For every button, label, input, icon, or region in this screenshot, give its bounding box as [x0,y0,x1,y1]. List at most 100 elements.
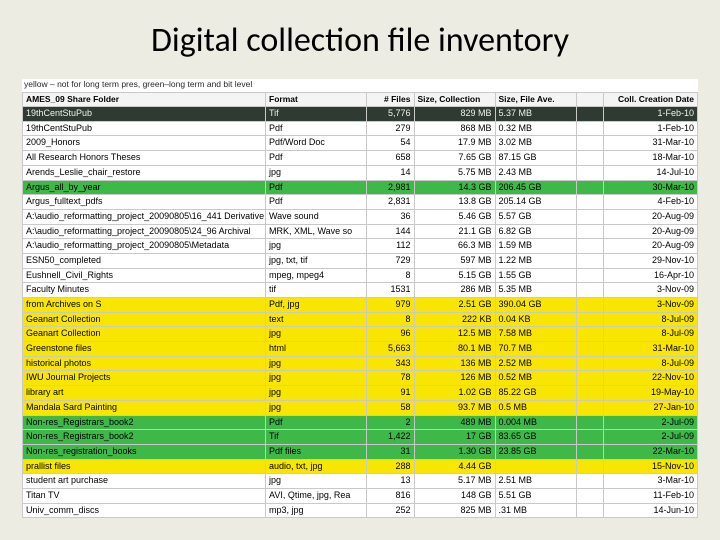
cell-ave: 7.58 MB [495,327,576,342]
cell-ave: 5.35 MB [495,283,576,298]
cell-name: 19thCentStuPub [23,121,266,136]
cell-blank [576,371,603,386]
cell-name: Mandala Sard Painting [23,400,266,415]
cell-size: 597 MB [414,253,495,268]
cell-size: 5.15 GB [414,268,495,283]
cell-files: 729 [367,253,414,268]
cell-date: 14-Jun-10 [603,503,698,518]
cell-date: 22-Mar-10 [603,444,698,459]
cell-ave: 0.5 MB [495,400,576,415]
cell-files: 252 [367,503,414,518]
cell-date: 11-Feb-10 [603,488,698,503]
cell-files: 1,422 [367,430,414,445]
cell-size: 4.44 GB [414,459,495,474]
cell-blank [576,298,603,313]
table-row: IWU Journal Projectsjpg78126 MB0.52 MB22… [23,371,698,386]
cell-ave: 0.004 MB [495,415,576,430]
cell-blank [576,239,603,254]
cell-ave: 5.37 MB [495,107,576,122]
cell-ave: 87.15 GB [495,151,576,166]
cell-date: 29-Nov-10 [603,253,698,268]
cell-files: 343 [367,356,414,371]
cell-name: Titan TV [23,488,266,503]
cell-name: prallist files [23,459,266,474]
cell-format: jpg [266,474,367,489]
cell-files: 58 [367,400,414,415]
cell-size: 5.46 GB [414,209,495,224]
cell-name: Faculty Minutes [23,283,266,298]
cell-name: from Archives on S [23,298,266,313]
cell-size: 148 GB [414,488,495,503]
cell-ave: 83.65 GB [495,430,576,445]
cell-name: Arends_Leslie_chair_restore [23,165,266,180]
cell-files: 54 [367,136,414,151]
cell-size: 136 MB [414,356,495,371]
cell-ave: 1.22 MB [495,253,576,268]
table-row: from Archives on SPdf, jpg9792.51 GB390.… [23,298,698,313]
table-row: A:\audio_reformatting_project_20090805\2… [23,224,698,239]
cell-files: 31 [367,444,414,459]
cell-format: Pdf/Word Doc [266,136,367,151]
cell-blank [576,459,603,474]
cell-date: 4-Feb-10 [603,195,698,210]
cell-format: MRK, XML, Wave so [266,224,367,239]
cell-files: 658 [367,151,414,166]
cell-files: 979 [367,298,414,313]
cell-format: Pdf [266,415,367,430]
cell-format: mpeg, mpeg4 [266,268,367,283]
cell-name: Argus_fulltext_pdfs [23,195,266,210]
col-name: AMES_09 Share Folder [23,93,266,107]
table-row: A:\audio_reformatting_project_20090805\M… [23,239,698,254]
cell-date: 14-Jul-10 [603,165,698,180]
cell-blank [576,180,603,195]
cell-date: 3-Mar-10 [603,474,698,489]
cell-date: 31-Mar-10 [603,136,698,151]
cell-format: Pdf files [266,444,367,459]
cell-files: 112 [367,239,414,254]
cell-blank [576,165,603,180]
cell-blank [576,121,603,136]
cell-ave: 6.82 GB [495,224,576,239]
cell-name: 19thCentStuPub [23,107,266,122]
table-row: Univ_comm_discsmp3, jpg252825 MB.31 MB14… [23,503,698,518]
table-body: 19thCentStuPubTif5,776829 MB5.37 MB1-Feb… [23,107,698,518]
cell-format: Wave sound [266,209,367,224]
cell-format: text [266,312,367,327]
cell-size: 829 MB [414,107,495,122]
cell-name: Geanart Collection [23,327,266,342]
spreadsheet: yellow – not for long term pres, green–l… [22,79,698,518]
table-row: ESN50_completedjpg, txt, tif729597 MB1.2… [23,253,698,268]
cell-files: 2,981 [367,180,414,195]
cell-files: 91 [367,386,414,401]
cell-date: 3-Nov-09 [603,298,698,313]
cell-ave: 1.59 MB [495,239,576,254]
cell-ave: 85.22 GB [495,386,576,401]
cell-format: tif [266,283,367,298]
cell-name: A:\audio_reformatting_project_20090805\2… [23,224,266,239]
cell-blank [576,342,603,357]
cell-blank [576,224,603,239]
cell-ave: 0.04 KB [495,312,576,327]
cell-blank [576,430,603,445]
cell-date: 27-Jan-10 [603,400,698,415]
table-row: Geanart Collectiontext8222 KB0.04 KB8-Ju… [23,312,698,327]
cell-blank [576,444,603,459]
cell-files: 8 [367,312,414,327]
cell-date: 1-Feb-10 [603,107,698,122]
cell-format: Pdf, jpg [266,298,367,313]
cell-name: Argus_all_by_year [23,180,266,195]
cell-size: 17 GB [414,430,495,445]
cell-ave: 5.51 GB [495,488,576,503]
cell-blank [576,327,603,342]
cell-format: mp3, jpg [266,503,367,518]
cell-format: Pdf [266,151,367,166]
col-date: Coll. Creation Date [603,93,698,107]
table-header-row: AMES_09 Share Folder Format # Files Size… [23,93,698,107]
cell-date: 2-Jul-09 [603,430,698,445]
cell-date: 22-Nov-10 [603,371,698,386]
cell-date: 8-Jul-09 [603,327,698,342]
cell-ave: 205.14 GB [495,195,576,210]
cell-format: jpg [266,239,367,254]
col-files: # Files [367,93,414,107]
cell-ave: .31 MB [495,503,576,518]
